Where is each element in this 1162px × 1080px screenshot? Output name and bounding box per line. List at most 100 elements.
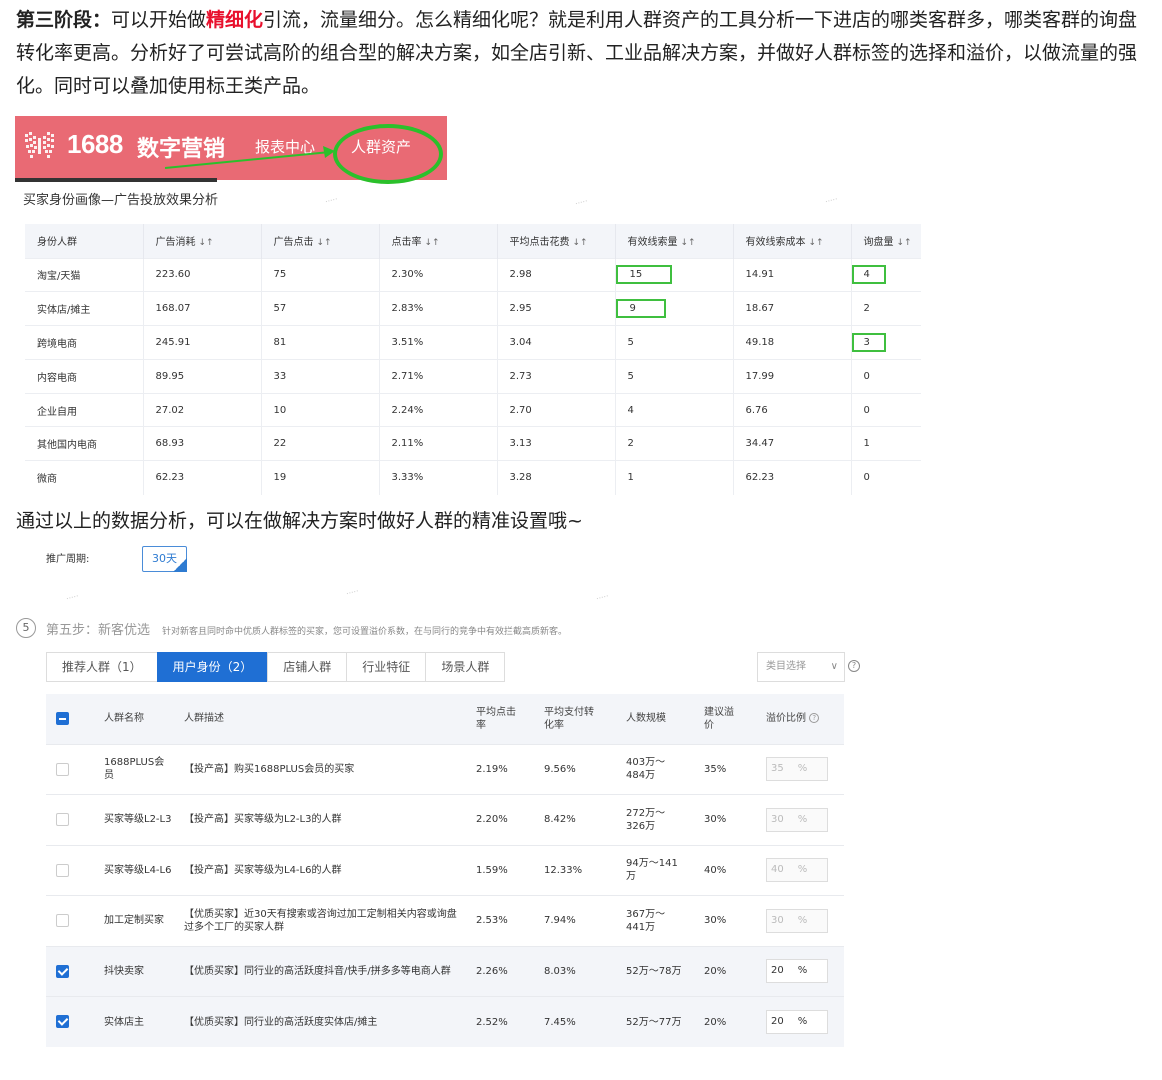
premium-ratio-input[interactable]: 20% bbox=[766, 959, 828, 984]
col-header[interactable]: 有效线索量 ↓↑ bbox=[615, 224, 734, 258]
table-cell: 168.07 bbox=[143, 291, 262, 326]
crowd-desc: 【投产高】买家等级为L2-L3的人群 bbox=[174, 794, 466, 845]
table-cell: 22 bbox=[261, 426, 380, 461]
highlighted-value: 9 bbox=[615, 299, 666, 319]
col-header[interactable]: 询盘量 ↓↑ bbox=[851, 224, 921, 258]
sort-icon: ↓↑ bbox=[198, 238, 214, 249]
col-header: 人数规模 bbox=[616, 694, 694, 744]
crowd-scale: 403万～484万 bbox=[616, 743, 694, 795]
table-cell: 68.93 bbox=[143, 426, 262, 461]
crowd-name: 加工定制买家 bbox=[94, 895, 174, 946]
watermark: ····· bbox=[574, 196, 589, 209]
table-row: 企业自用 27.02 10 2.24% 2.70 4 6.76 0 bbox=[25, 392, 921, 427]
avg-ctr: 2.26% bbox=[466, 945, 534, 997]
tab-3[interactable]: 行业特征 bbox=[346, 652, 427, 682]
select-all-checkbox[interactable] bbox=[56, 712, 69, 725]
col-header[interactable]: 有效线索成本 ↓↑ bbox=[733, 224, 852, 258]
table-cell: 62.23 bbox=[143, 460, 262, 495]
table-cell: 2.98 bbox=[497, 257, 616, 292]
row-checkbox[interactable] bbox=[56, 813, 69, 826]
col-header[interactable]: 广告点击 ↓↑ bbox=[261, 224, 380, 258]
help-icon[interactable]: ? bbox=[848, 660, 860, 672]
row-checkbox[interactable] bbox=[56, 863, 69, 877]
category-select[interactable]: 类目选择 ∨ bbox=[757, 652, 845, 682]
watermark: ····· bbox=[824, 194, 839, 207]
tab-1[interactable]: 用户身份（2） bbox=[156, 652, 269, 682]
table-cell: 3.04 bbox=[497, 325, 616, 360]
highlight-ring bbox=[333, 124, 443, 184]
table-cell: 9 bbox=[615, 291, 734, 326]
premium-ratio-input[interactable]: 30% bbox=[766, 807, 828, 832]
table-title: 买家身份画像—广告投放效果分析 bbox=[23, 193, 219, 208]
table-cell: 2.95 bbox=[497, 291, 616, 326]
row-select-cell bbox=[46, 945, 94, 997]
col-header: 人群描述 bbox=[174, 694, 466, 744]
crowd-scale: 94万～141万 bbox=[616, 844, 694, 896]
sort-icon: ↓↑ bbox=[680, 238, 696, 249]
suggested-premium: 30% bbox=[694, 794, 756, 845]
period-30d-button[interactable]: 30天 bbox=[142, 546, 187, 572]
table-cell: 2.70 bbox=[497, 392, 616, 427]
tab-2[interactable]: 店铺人群 bbox=[267, 652, 348, 682]
row-checkbox[interactable] bbox=[56, 762, 69, 776]
table-row: 内容电商 89.95 33 2.71% 2.73 5 17.99 0 bbox=[25, 358, 921, 394]
premium-ratio-input[interactable]: 20% bbox=[766, 1010, 828, 1034]
table-row: 实体店/摊主 168.07 57 2.83% 2.95 9 18.67 2 bbox=[25, 291, 921, 326]
tab-0[interactable]: 推荐人群（1） bbox=[46, 652, 158, 682]
row-select-cell bbox=[46, 996, 94, 1047]
sort-icon: ↓↑ bbox=[572, 238, 588, 249]
arrow-annotation-icon bbox=[165, 146, 335, 169]
premium-ratio-cell: 30% bbox=[756, 794, 844, 845]
premium-ratio-input[interactable]: 35% bbox=[766, 757, 828, 782]
table-cell: 5 bbox=[615, 325, 734, 360]
table-cell: 49.18 bbox=[733, 325, 852, 360]
col-header[interactable]: 平均点击花费 ↓↑ bbox=[497, 224, 616, 258]
highlighted-value: 15 bbox=[615, 265, 673, 285]
step-number-badge: 5 bbox=[16, 618, 36, 638]
row-checkbox[interactable] bbox=[56, 914, 69, 927]
highlighted-value: 3 bbox=[851, 332, 886, 352]
table-cell: 245.91 bbox=[143, 325, 262, 360]
crowd-desc: 【投产高】购买1688PLUS会员的买家 bbox=[174, 743, 466, 795]
table-cell: 2.30% bbox=[379, 257, 498, 292]
crowd-name: 买家等级L2-L3 bbox=[94, 794, 174, 845]
premium-ratio-input[interactable]: 40% bbox=[766, 858, 828, 883]
step-description: 针对新客且同时命中优质人群标签的买家，您可设置溢价系数，在与同行的竞争中有效拦截… bbox=[162, 627, 568, 637]
crowd-scale: 52万～78万 bbox=[616, 945, 694, 997]
col-header[interactable]: 广告消耗 ↓↑ bbox=[143, 224, 262, 258]
tab-4[interactable]: 场景人群 bbox=[425, 652, 506, 682]
brand-number: 1688 bbox=[67, 129, 123, 159]
selected-check-icon bbox=[173, 558, 187, 572]
crowd-row: 买家等级L4-L6 【投产高】买家等级为L4-L6的人群 1.59% 12.33% 94… bbox=[46, 844, 844, 896]
avg-ctr: 2.53% bbox=[466, 895, 534, 946]
row-select-cell bbox=[46, 895, 94, 946]
sort-icon: ↓↑ bbox=[316, 238, 332, 249]
step-title: 第五步：新客优选 bbox=[46, 623, 151, 638]
premium-ratio-cell: 30% bbox=[756, 895, 844, 946]
table-cell: 62.23 bbox=[733, 460, 852, 495]
help-icon[interactable]: ? bbox=[809, 713, 820, 724]
row-checkbox[interactable] bbox=[56, 1015, 69, 1029]
crowd-row: 1688PLUS会员 【投产高】购买1688PLUS会员的买家 2.19% 9.56%… bbox=[46, 743, 844, 795]
avg-cvr: 7.94% bbox=[534, 895, 616, 946]
table-cell: 淘宝/天猫 bbox=[25, 257, 144, 292]
table-cell: 内容电商 bbox=[25, 358, 144, 394]
active-underline bbox=[15, 178, 217, 182]
chevron-down-icon: ∨ bbox=[830, 661, 838, 672]
avg-ctr: 2.20% bbox=[466, 794, 534, 845]
sort-icon: ↓↑ bbox=[424, 238, 440, 249]
col-header[interactable]: 点击率 ↓↑ bbox=[379, 224, 498, 258]
sort-icon: ↓↑ bbox=[896, 238, 912, 249]
suggested-premium: 20% bbox=[694, 996, 756, 1047]
row-checkbox[interactable] bbox=[56, 964, 69, 978]
crowd-tabs: 推荐人群（1） 用户身份（2） 店铺人群 行业特征 场景人群 bbox=[46, 652, 506, 682]
table-cell: 2 bbox=[851, 291, 921, 326]
table-cell: 27.02 bbox=[143, 392, 262, 427]
premium-ratio-input[interactable]: 30% bbox=[766, 908, 828, 933]
avg-cvr: 7.45% bbox=[534, 996, 616, 1047]
table-row: 跨境电商 245.91 81 3.51% 3.04 5 49.18 3 bbox=[25, 325, 921, 360]
col-header: 建议溢价 bbox=[694, 694, 756, 744]
premium-ratio-cell: 20% bbox=[756, 945, 844, 997]
table-cell: 企业自用 bbox=[25, 392, 144, 427]
col-header: 平均支付转化率 bbox=[534, 694, 616, 744]
